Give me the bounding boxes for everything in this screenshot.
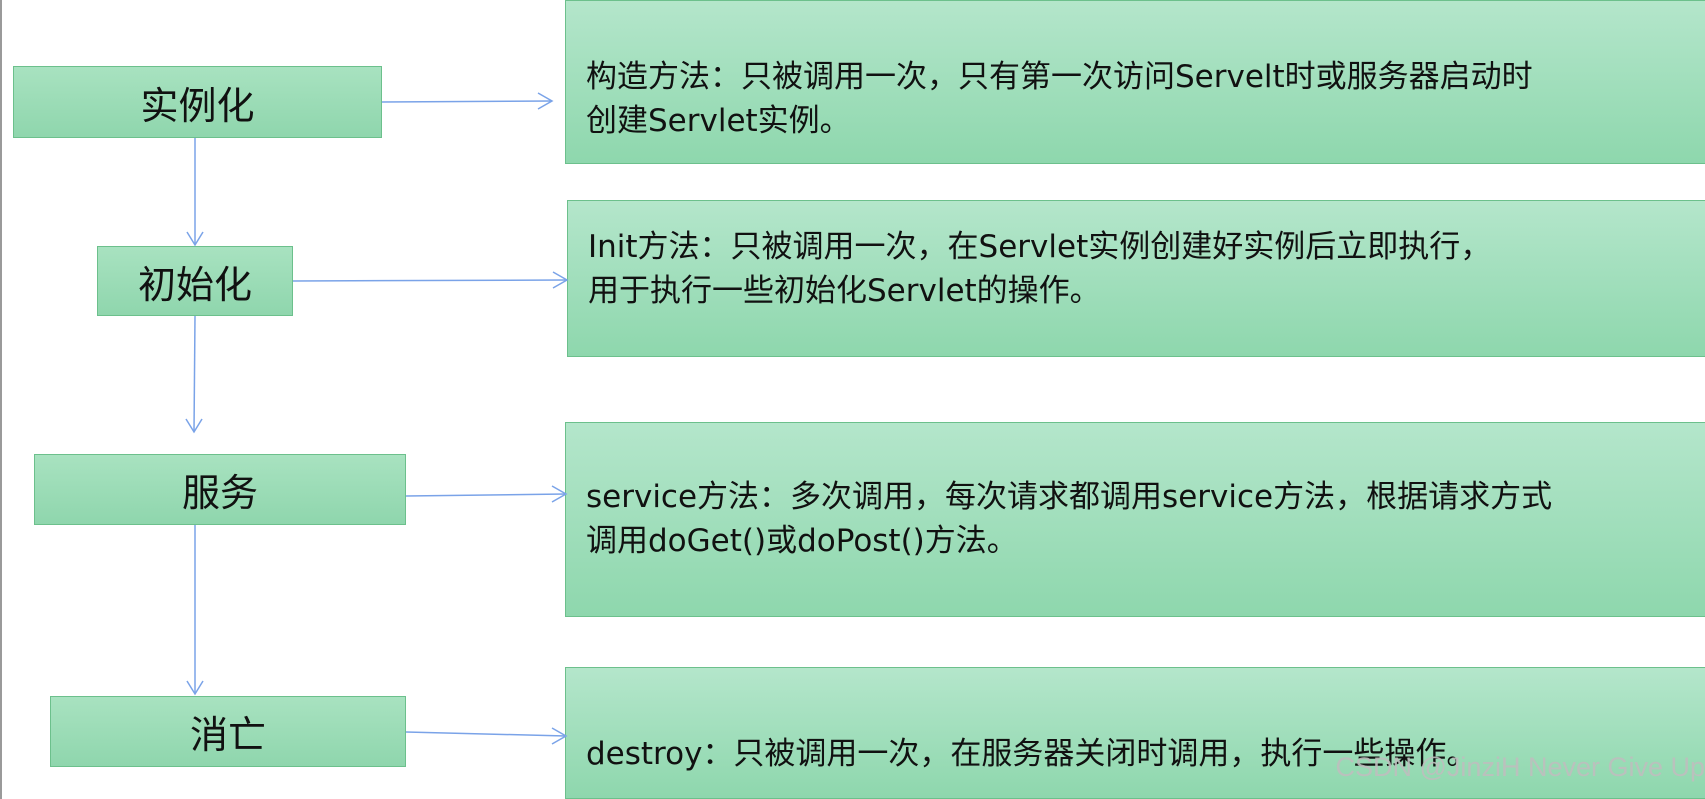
arrow-service-to-desc xyxy=(405,485,568,503)
arrow-init-to-desc xyxy=(292,271,569,289)
connector-arrows xyxy=(185,92,569,745)
watermark: CSDN @JinziH Never Give Up xyxy=(1335,752,1705,782)
arrow-init-to-service xyxy=(185,315,203,434)
arrow-service-to-destroy xyxy=(186,525,204,696)
arrow-instantiation-to-desc xyxy=(381,92,554,110)
arrow-instantiation-to-init xyxy=(186,138,204,247)
arrow-destroy-to-desc xyxy=(405,727,568,745)
